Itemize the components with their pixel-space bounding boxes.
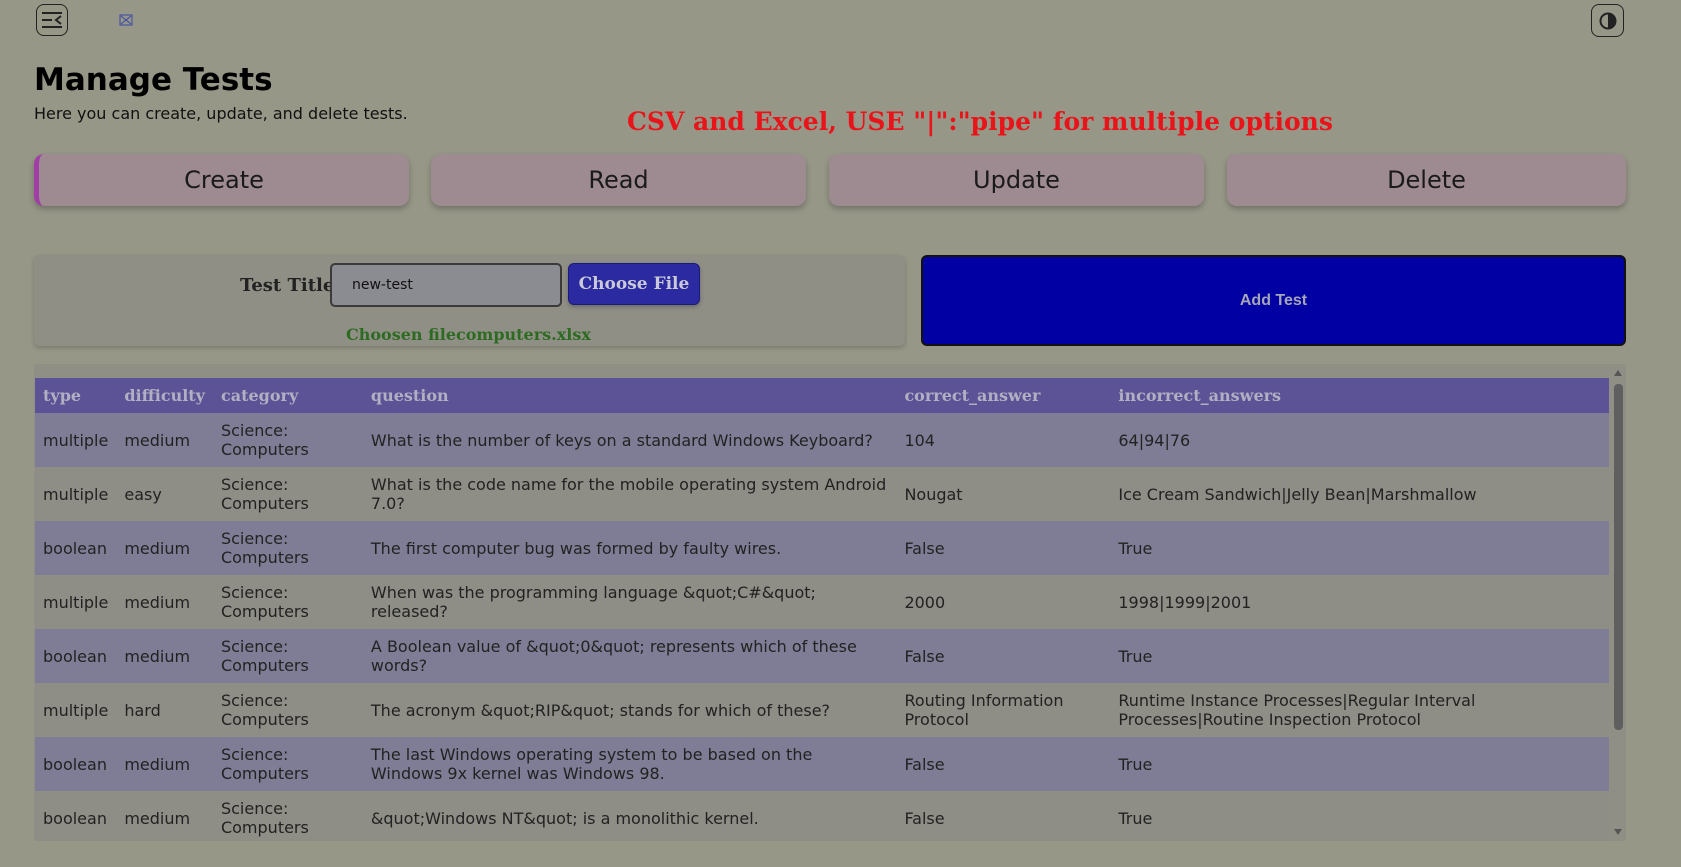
scroll-up-arrow-icon[interactable] [1614,370,1622,376]
cell-category: Science: Computers [212,683,363,737]
cell-incorrect-answers: 1998|1999|2001 [1110,575,1609,629]
table-row: boolean medium Science: Computers &quot;… [35,791,1609,841]
table-row: multiple medium Science: Computers What … [35,413,1609,467]
cell-correct-answer: False [896,521,1111,575]
cell-difficulty: medium [116,413,213,467]
cell-difficulty: easy [116,467,213,521]
create-test-form: Test Title Choose File Choosen filecompu… [34,255,905,346]
table-row: boolean medium Science: Computers The la… [35,737,1609,791]
cell-type: boolean [35,791,117,841]
cell-incorrect-answers: Runtime Instance Processes|Regular Inter… [1110,683,1609,737]
cell-question: &quot;Windows NT&quot; is a monolithic k… [362,791,897,841]
table-header-row: type difficulty category question correc… [35,378,1609,413]
table-row: multiple medium Science: Computers When … [35,575,1609,629]
cell-category: Science: Computers [212,413,363,467]
choose-file-button[interactable]: Choose File [568,263,700,305]
test-title-input[interactable] [330,263,562,307]
cell-question: When was the programming language &quot;… [362,575,897,629]
table-row: boolean medium Science: Computers The fi… [35,521,1609,575]
tab-update[interactable]: Update [829,154,1204,206]
cell-category: Science: Computers [212,467,363,521]
cell-question: A Boolean value of &quot;0&quot; represe… [362,629,897,683]
tab-delete[interactable]: Delete [1227,154,1626,206]
cell-type: boolean [35,737,117,791]
cell-difficulty: medium [116,737,213,791]
broken-image-icon [118,12,134,28]
add-test-button[interactable]: Add Test [921,255,1626,346]
cell-type: boolean [35,521,117,575]
cell-question: What is the number of keys on a standard… [362,413,897,467]
cell-incorrect-answers: True [1110,737,1609,791]
cell-difficulty: medium [116,521,213,575]
cell-incorrect-answers: Ice Cream Sandwich|Jelly Bean|Marshmallo… [1110,467,1609,521]
page-subtitle: Here you can create, update, and delete … [34,104,408,123]
questions-table-container: type difficulty category question correc… [34,364,1626,841]
cell-incorrect-answers: True [1110,629,1609,683]
table-scrollbar[interactable] [1610,364,1626,841]
cell-incorrect-answers: True [1110,791,1609,841]
top-bar [0,0,1681,46]
cell-correct-answer: 104 [896,413,1111,467]
cell-difficulty: medium [116,629,213,683]
column-header-category: category [212,378,363,413]
cell-difficulty: hard [116,683,213,737]
cell-category: Science: Computers [212,521,363,575]
cell-question: What is the code name for the mobile ope… [362,467,897,521]
table-row: multiple hard Science: Computers The acr… [35,683,1609,737]
cell-category: Science: Computers [212,629,363,683]
cell-type: multiple [35,413,117,467]
tab-read[interactable]: Read [431,154,806,206]
cell-type: multiple [35,575,117,629]
cell-type: boolean [35,629,117,683]
import-format-notice: CSV and Excel, USE "|":"pipe" for multip… [627,107,1333,136]
cell-question: The first computer bug was formed by fau… [362,521,897,575]
column-header-difficulty: difficulty [116,378,213,413]
cell-type: multiple [35,467,117,521]
cell-correct-answer: False [896,737,1111,791]
cell-difficulty: medium [116,791,213,841]
cell-incorrect-answers: 64|94|76 [1110,413,1609,467]
menu-collapse-icon [42,12,62,28]
cell-category: Science: Computers [212,737,363,791]
column-header-correct-answer: correct_answer [896,378,1111,413]
table-row: multiple easy Science: Computers What is… [35,467,1609,521]
cell-category: Science: Computers [212,791,363,841]
page-title: Manage Tests [34,62,273,98]
contrast-icon [1599,12,1616,29]
cell-question: The acronym &quot;RIP&quot; stands for w… [362,683,897,737]
menu-toggle-button[interactable] [36,4,68,36]
cell-incorrect-answers: True [1110,521,1609,575]
cell-difficulty: medium [116,575,213,629]
chosen-file-label: Choosen filecomputers.xlsx [346,325,591,344]
theme-toggle-button[interactable] [1591,4,1624,37]
cell-correct-answer: False [896,629,1111,683]
column-header-type: type [35,378,117,413]
cell-correct-answer: Routing Information Protocol [896,683,1111,737]
test-title-label: Test Title [240,275,335,296]
cell-correct-answer: Nougat [896,467,1111,521]
scrollbar-thumb[interactable] [1614,384,1623,730]
column-header-incorrect-answers: incorrect_answers [1110,378,1609,413]
scroll-down-arrow-icon[interactable] [1614,829,1622,835]
cell-category: Science: Computers [212,575,363,629]
cell-correct-answer: False [896,791,1111,841]
crud-tabs: Create Read Update Delete [34,154,1626,208]
tab-create[interactable]: Create [34,154,409,206]
questions-table: type difficulty category question correc… [35,378,1609,841]
cell-question: The last Windows operating system to be … [362,737,897,791]
column-header-question: question [362,378,897,413]
cell-type: multiple [35,683,117,737]
table-row: boolean medium Science: Computers A Bool… [35,629,1609,683]
cell-correct-answer: 2000 [896,575,1111,629]
